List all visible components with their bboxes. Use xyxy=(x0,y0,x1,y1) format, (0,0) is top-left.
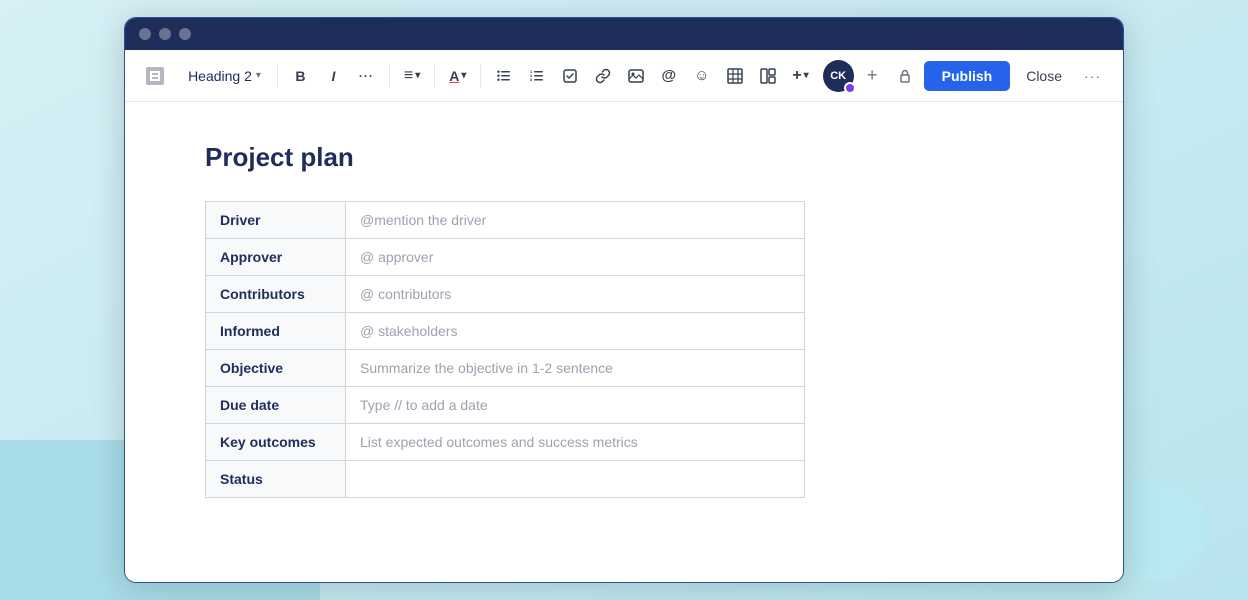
table-row: Contributors@ contributors xyxy=(206,276,805,313)
editor-content: Project plan Driver@mention the driverAp… xyxy=(125,102,1123,582)
page-background: Heading 2 ▾ B I ··· ≡ ▾ xyxy=(0,0,1248,600)
publish-button[interactable]: Publish xyxy=(924,61,1011,91)
document-title: Project plan xyxy=(205,142,1043,173)
layout-button[interactable] xyxy=(753,61,782,91)
align-button[interactable]: ≡ ▾ xyxy=(398,61,426,91)
toolbar-divider-2 xyxy=(389,64,390,88)
plus-icon: + xyxy=(792,67,801,85)
toolbar-divider-3 xyxy=(434,64,435,88)
table-cell-value[interactable]: @ approver xyxy=(346,239,805,276)
toolbar-divider-1 xyxy=(277,64,278,88)
table-cell-value[interactable]: @ stakeholders xyxy=(346,313,805,350)
table-row: Driver@mention the driver xyxy=(206,202,805,239)
svg-text:3: 3 xyxy=(530,77,533,82)
table-cell-label: Driver xyxy=(206,202,346,239)
more-format-button[interactable]: ··· xyxy=(352,61,381,91)
table-cell-label: Approver xyxy=(206,239,346,276)
add-collaborator-button[interactable]: + xyxy=(858,61,887,91)
table-cell-value[interactable] xyxy=(346,461,805,498)
table-cell-label: Status xyxy=(206,461,346,498)
heading-label: Heading 2 xyxy=(188,68,252,84)
table-cell-label: Key outcomes xyxy=(206,424,346,461)
task-button[interactable] xyxy=(555,61,584,91)
align-icon: ≡ xyxy=(404,67,413,85)
heading-selector[interactable]: Heading 2 ▾ xyxy=(180,64,269,88)
editor-toolbar: Heading 2 ▾ B I ··· ≡ ▾ xyxy=(125,50,1123,102)
table-row: Due dateType // to add a date xyxy=(206,387,805,424)
project-info-table: Driver@mention the driverApprover@ appro… xyxy=(205,201,805,498)
table-cell-value[interactable]: @mention the driver xyxy=(346,202,805,239)
table-cell-value[interactable]: @ contributors xyxy=(346,276,805,313)
table-row: Key outcomesList expected outcomes and s… xyxy=(206,424,805,461)
table-cell-label: Informed xyxy=(206,313,346,350)
numbered-list-button[interactable]: 1 2 3 xyxy=(522,61,551,91)
table-cell-label: Contributors xyxy=(206,276,346,313)
table-row: Approver@ approver xyxy=(206,239,805,276)
app-logo xyxy=(141,62,168,90)
toolbar-divider-4 xyxy=(480,64,481,88)
text-color-button[interactable]: A ▾ xyxy=(443,61,472,91)
chevron-down-icon-insert: ▾ xyxy=(804,70,809,81)
window-dot-3 xyxy=(179,28,191,40)
emoji-button[interactable]: ☺ xyxy=(687,61,716,91)
table-button[interactable] xyxy=(720,61,749,91)
title-bar xyxy=(125,18,1123,50)
table-row: Informed@ stakeholders xyxy=(206,313,805,350)
avatar-badge xyxy=(844,82,856,94)
chevron-down-icon: ▾ xyxy=(256,70,261,81)
bold-button[interactable]: B xyxy=(286,61,315,91)
close-button[interactable]: Close xyxy=(1014,61,1074,91)
table-row: ObjectiveSummarize the objective in 1-2 … xyxy=(206,350,805,387)
more-options-button[interactable]: ··· xyxy=(1078,61,1107,91)
table-cell-label: Due date xyxy=(206,387,346,424)
window-dot-1 xyxy=(139,28,151,40)
insert-button[interactable]: + ▾ xyxy=(786,61,814,91)
chevron-down-icon-align: ▾ xyxy=(415,70,420,81)
table-cell-value[interactable]: Type // to add a date xyxy=(346,387,805,424)
table-cell-label: Objective xyxy=(206,350,346,387)
mention-button[interactable]: @ xyxy=(654,61,683,91)
chevron-down-icon-color: ▾ xyxy=(461,70,466,81)
link-button[interactable] xyxy=(588,61,617,91)
user-avatar[interactable]: CK xyxy=(823,60,854,92)
editor-window: Heading 2 ▾ B I ··· ≡ ▾ xyxy=(124,17,1124,583)
image-button[interactable] xyxy=(621,61,650,91)
table-row: Status xyxy=(206,461,805,498)
italic-button[interactable]: I xyxy=(319,61,348,91)
window-dot-2 xyxy=(159,28,171,40)
restrict-button[interactable] xyxy=(891,61,920,91)
table-cell-value[interactable]: Summarize the objective in 1-2 sentence xyxy=(346,350,805,387)
bullet-list-button[interactable] xyxy=(489,61,518,91)
table-cell-value[interactable]: List expected outcomes and success metri… xyxy=(346,424,805,461)
